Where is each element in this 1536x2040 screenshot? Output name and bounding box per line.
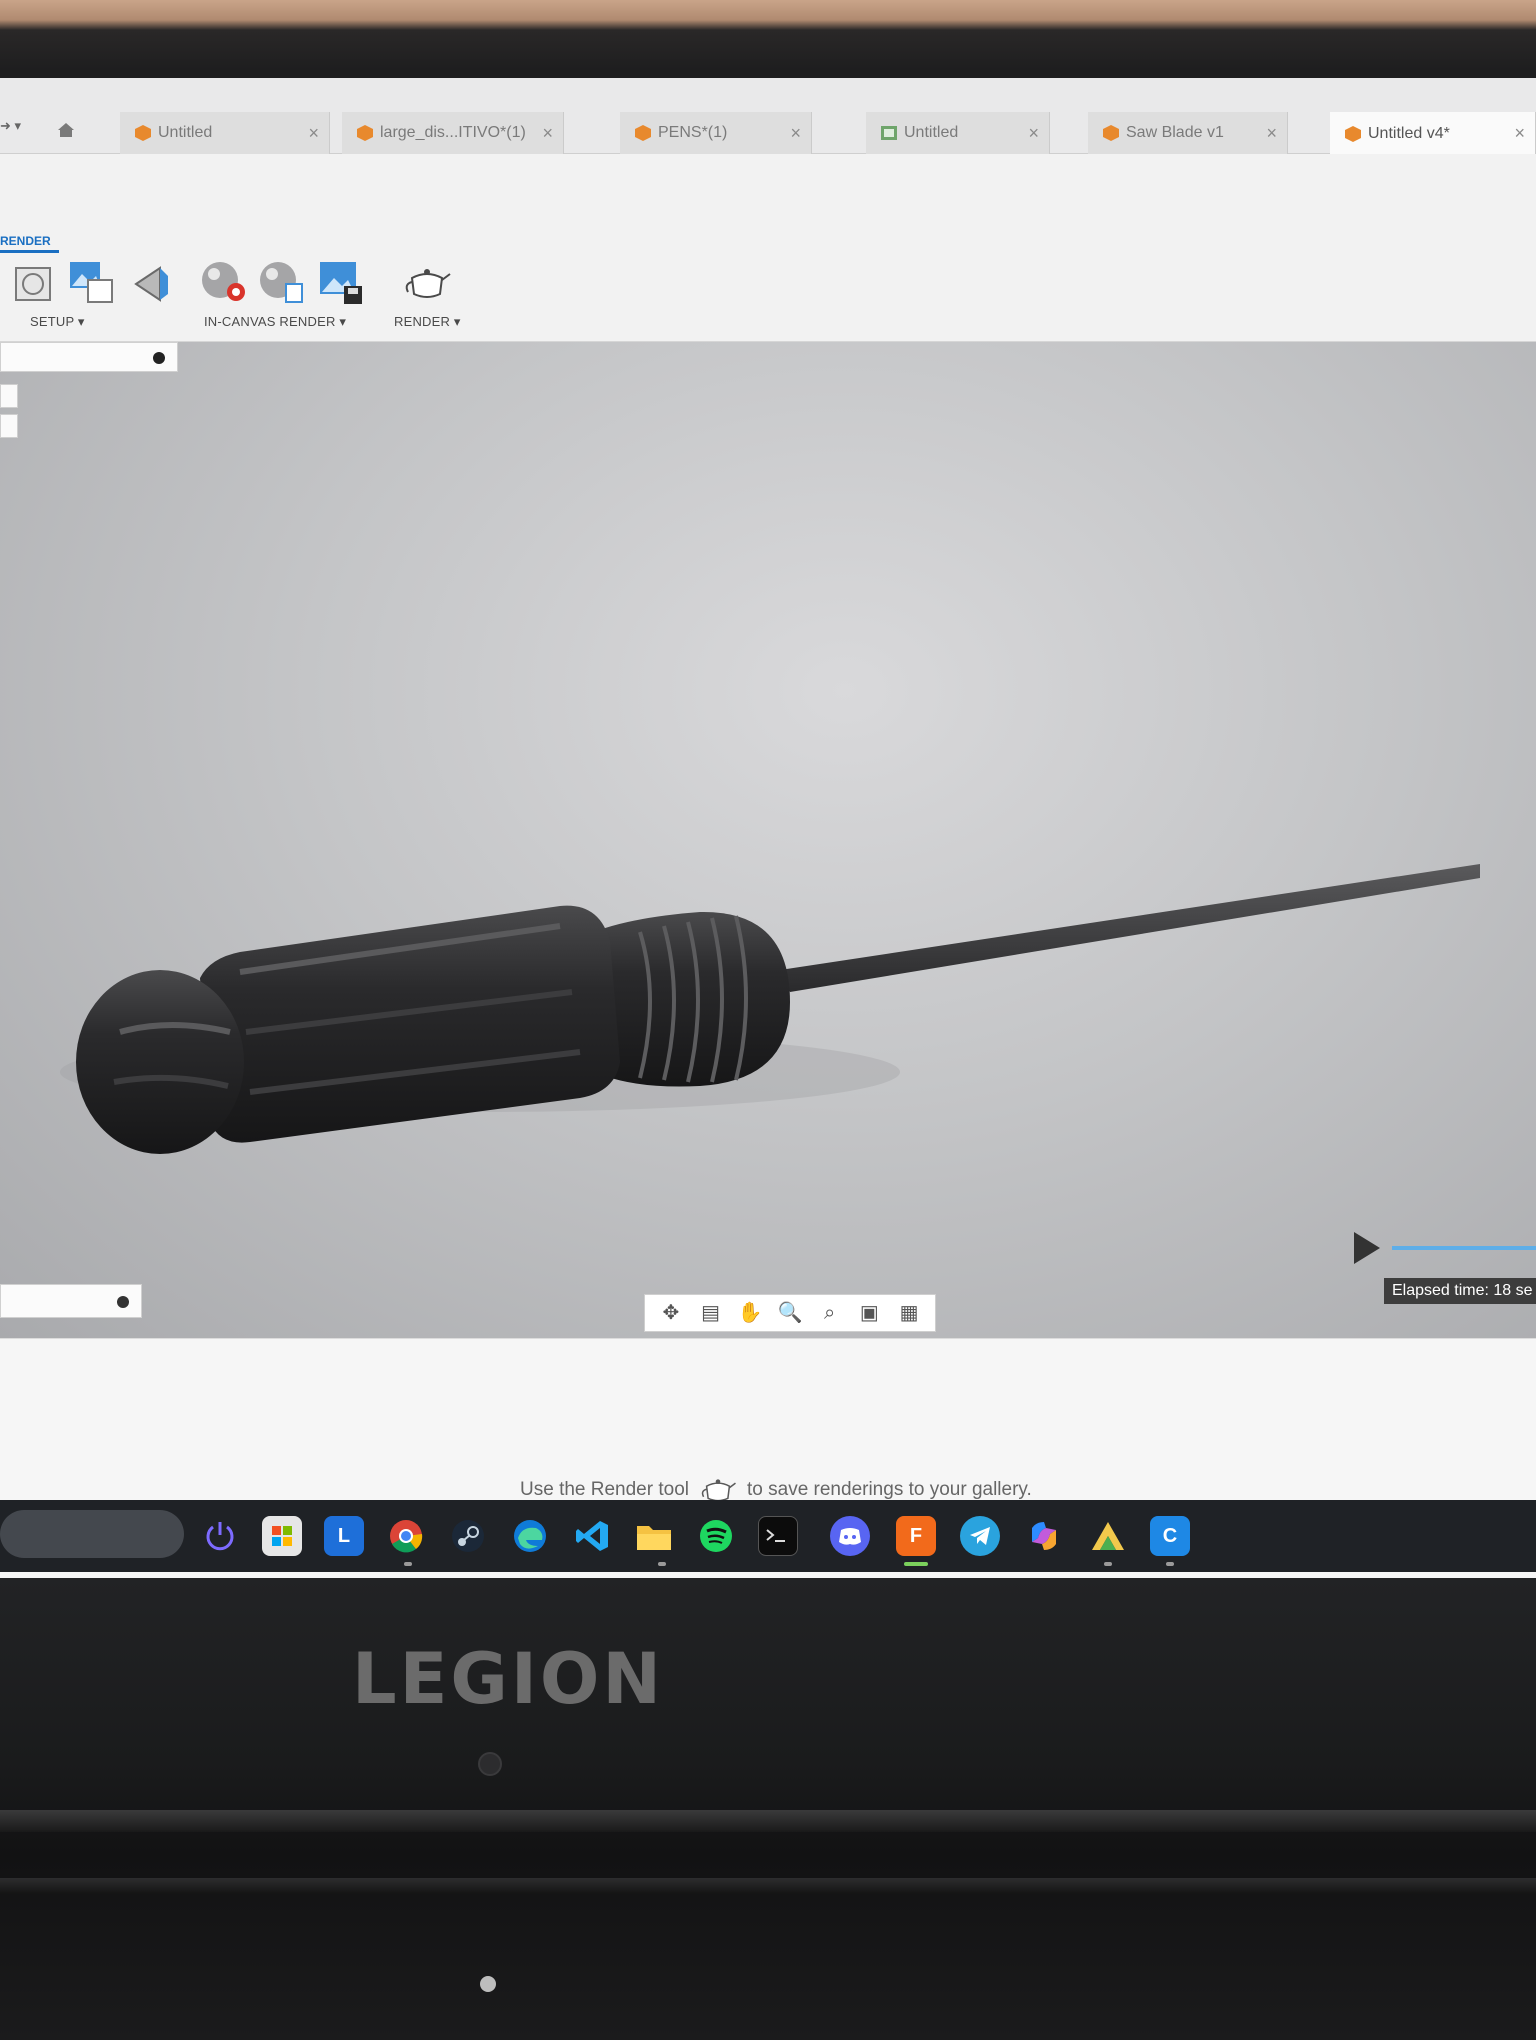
running-indicator	[658, 1562, 666, 1566]
setup-menu[interactable]: SETUP ▾	[30, 314, 85, 330]
tab-label: Saw Blade v1	[1126, 124, 1224, 141]
gallery-hint-text: to save renderings to your gallery.	[747, 1479, 1032, 1500]
tab-saw-blade[interactable]: Saw Blade v1 ×	[1088, 112, 1288, 154]
close-icon[interactable]: ×	[308, 123, 319, 144]
c-app-icon[interactable]: C	[1150, 1516, 1190, 1556]
tab-untitled-2[interactable]: Untitled ×	[866, 112, 1050, 154]
workspace-label[interactable]: RENDER	[0, 234, 59, 253]
files-icon[interactable]	[634, 1516, 674, 1556]
side-panel-tab[interactable]	[0, 414, 18, 438]
running-indicator	[1104, 1562, 1112, 1566]
scene-settings-icon[interactable]	[10, 262, 56, 306]
spotify-icon[interactable]	[696, 1516, 736, 1556]
orbit-icon[interactable]: ✥	[658, 1300, 684, 1326]
windows-taskbar: L F C	[0, 1500, 1536, 1572]
tab-label: Untitled	[158, 124, 213, 141]
side-panel-tab[interactable]	[0, 384, 18, 408]
edge-icon[interactable]	[510, 1516, 550, 1556]
autodesk-icon[interactable]	[1088, 1516, 1128, 1556]
navigation-toolbar: ✥ ▤ ✋ 🔍 ⌕ ▣ ▦	[644, 1294, 936, 1332]
design-doc-icon	[135, 125, 151, 141]
elapsed-time-label: Elapsed time: 18 se	[1384, 1278, 1536, 1304]
design-doc-icon	[635, 125, 651, 141]
L-app-icon[interactable]: L	[324, 1516, 364, 1556]
hinge-lower	[0, 1878, 1536, 1894]
pan-hand-icon[interactable]: ✋	[737, 1300, 763, 1326]
chrome-icon[interactable]	[386, 1516, 426, 1556]
appearance-icon[interactable]	[130, 264, 172, 304]
fusion360-window: ➜ ▾ Untitled × large_dis...ITIVO*(1) × P…	[0, 78, 1536, 1578]
fusion-label: F	[909, 1524, 923, 1547]
design-doc-icon	[1103, 125, 1119, 141]
close-icon[interactable]: ×	[542, 123, 553, 144]
vscode-icon[interactable]	[572, 1516, 612, 1556]
document-tab-bar: ➜ ▾ Untitled × large_dis...ITIVO*(1) × P…	[0, 78, 1536, 156]
render-toolbar: RENDER SETUP ▾ IN-CANVAS RENDER ▾ RENDER…	[0, 154, 1536, 342]
play-icon[interactable]	[1354, 1232, 1380, 1264]
L-app-label: L	[337, 1524, 351, 1547]
look-at-icon[interactable]: ▤	[698, 1300, 724, 1326]
browser-panel[interactable]	[0, 342, 178, 372]
fusion360-icon[interactable]: F	[896, 1516, 936, 1556]
brand-logo: LEGION	[352, 1638, 665, 1720]
running-indicator	[1166, 1562, 1174, 1566]
steam-icon[interactable]	[448, 1516, 488, 1556]
close-icon[interactable]: ×	[1266, 123, 1277, 144]
close-icon[interactable]: ×	[790, 123, 801, 144]
taskbar-search[interactable]	[0, 1510, 184, 1558]
tab-label: PENS*(1)	[658, 124, 728, 141]
power-led	[480, 1976, 496, 1992]
store-icon[interactable]	[262, 1516, 302, 1556]
running-indicator	[404, 1562, 412, 1566]
design-doc-icon	[1345, 126, 1361, 142]
tab-label: Untitled	[904, 124, 959, 141]
tab-untitled-v4[interactable]: Untitled v4* ×	[1330, 112, 1536, 156]
telegram-icon[interactable]	[960, 1516, 1000, 1556]
environment-library-icon[interactable]	[68, 260, 116, 306]
tab-pens[interactable]: PENS*(1) ×	[620, 112, 812, 154]
tab-label: large_dis...ITIVO*(1)	[380, 124, 526, 141]
terminal-icon[interactable]	[758, 1516, 798, 1556]
power-icon[interactable]	[200, 1516, 240, 1556]
home-icon[interactable]	[56, 122, 76, 138]
c-app-label: C	[1162, 1524, 1178, 1547]
hinge	[0, 1810, 1536, 1832]
tab-untitled-1[interactable]: Untitled ×	[120, 112, 330, 154]
comments-panel[interactable]	[0, 1284, 142, 1318]
grid-icon[interactable]: ▦	[896, 1300, 922, 1326]
in-canvas-settings-icon[interactable]	[258, 258, 306, 306]
render-progress-bar	[1392, 1246, 1536, 1250]
zoom-icon[interactable]: 🔍	[777, 1300, 803, 1326]
in-canvas-render-menu[interactable]: IN-CANVAS RENDER ▾	[204, 314, 346, 330]
gallery-hint-text: Use the Render tool	[520, 1479, 689, 1500]
fit-icon[interactable]: ⌕	[817, 1300, 843, 1326]
photo-of-laptop-screen: ➜ ▾ Untitled × large_dis...ITIVO*(1) × P…	[0, 0, 1536, 2040]
in-canvas-render-icon[interactable]	[200, 258, 248, 306]
copilot-icon[interactable]	[1024, 1516, 1064, 1556]
back-arrow-icon[interactable]: ➜ ▾	[0, 118, 21, 134]
laptop-bezel: LEGION	[0, 1578, 1536, 2040]
close-icon[interactable]: ×	[1514, 123, 1525, 144]
render-progress: Elapsed time: 18 se	[1350, 1230, 1536, 1304]
drawing-doc-icon	[881, 126, 897, 140]
add-comment-icon[interactable]	[117, 1296, 129, 1308]
active-app-indicator	[904, 1562, 928, 1566]
close-icon[interactable]: ×	[1028, 123, 1039, 144]
design-doc-icon	[357, 125, 373, 141]
tab-large-dis[interactable]: large_dis...ITIVO*(1) ×	[342, 112, 564, 154]
discord-icon[interactable]	[830, 1516, 870, 1556]
collapse-dot-icon[interactable]	[153, 352, 165, 364]
screwdriver-model	[60, 864, 1480, 1154]
display-settings-icon[interactable]: ▣	[856, 1300, 882, 1326]
tab-label: Untitled v4*	[1368, 125, 1450, 142]
3d-viewport[interactable]: ✥ ▤ ✋ 🔍 ⌕ ▣ ▦ Elapsed time: 18 se	[0, 342, 1536, 1338]
webcam	[478, 1752, 502, 1776]
capture-image-icon[interactable]	[318, 258, 364, 306]
render-menu[interactable]: RENDER ▾	[394, 314, 461, 330]
teapot-render-icon[interactable]	[402, 264, 452, 302]
